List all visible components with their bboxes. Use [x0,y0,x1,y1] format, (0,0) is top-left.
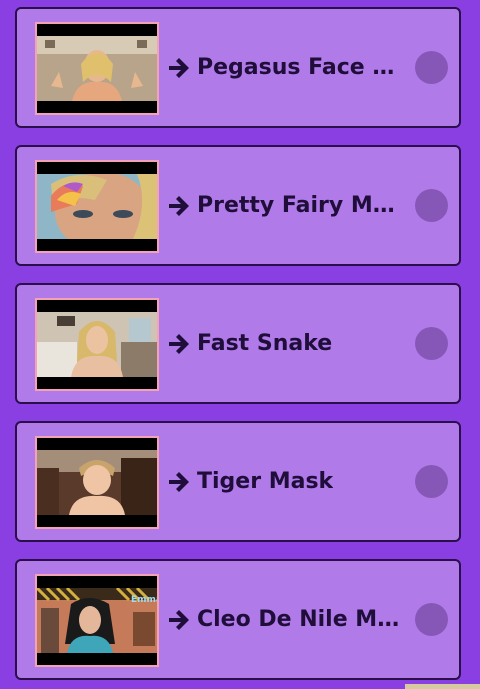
radio-button-icon[interactable] [415,603,448,636]
video-title-row: Pegasus Face P... [167,9,403,126]
thumbnail-image [37,450,157,515]
video-title: Cleo De Nile Mo... [197,607,403,632]
video-list-item[interactable]: Emma Cleo De Nile Mo... [15,559,461,680]
video-title: Pretty Fairy Ma... [197,193,403,218]
thumbnail-watermark-text: Emma [131,595,157,605]
video-title: Fast Snake [197,331,333,356]
video-title-row: Tiger Mask [167,423,403,540]
radio-button-icon[interactable] [415,51,448,84]
video-title: Pegasus Face P... [197,55,403,80]
thumbnail-image [37,36,157,101]
video-title-row: Fast Snake [167,285,403,402]
thumbnail-image [37,312,157,377]
video-title-row: Pretty Fairy Ma... [167,147,403,264]
video-list-item[interactable]: Fast Snake [15,283,461,404]
thumbnail-image: Emma [37,588,157,653]
arrow-right-icon [169,471,189,492]
radio-button-icon[interactable] [415,189,448,222]
bottom-edge-strip [405,684,480,689]
video-thumbnail [35,160,159,253]
thumbnail-image [37,174,157,239]
arrow-right-icon [169,609,189,630]
video-title: Tiger Mask [197,469,334,494]
video-thumbnail [35,22,159,115]
radio-button-icon[interactable] [415,327,448,360]
video-thumbnail: Emma [35,574,159,667]
video-list-item[interactable]: Tiger Mask [15,421,461,542]
video-list-item[interactable]: Pretty Fairy Ma... [15,145,461,266]
video-thumbnail [35,436,159,529]
video-list: Pegasus Face P... Pretty Fairy Ma... Fas… [0,0,480,689]
arrow-right-icon [169,57,189,78]
video-list-item[interactable]: Pegasus Face P... [15,7,461,128]
arrow-right-icon [169,333,189,354]
arrow-right-icon [169,195,189,216]
radio-button-icon[interactable] [415,465,448,498]
video-thumbnail [35,298,159,391]
video-title-row: Cleo De Nile Mo... [167,561,403,678]
